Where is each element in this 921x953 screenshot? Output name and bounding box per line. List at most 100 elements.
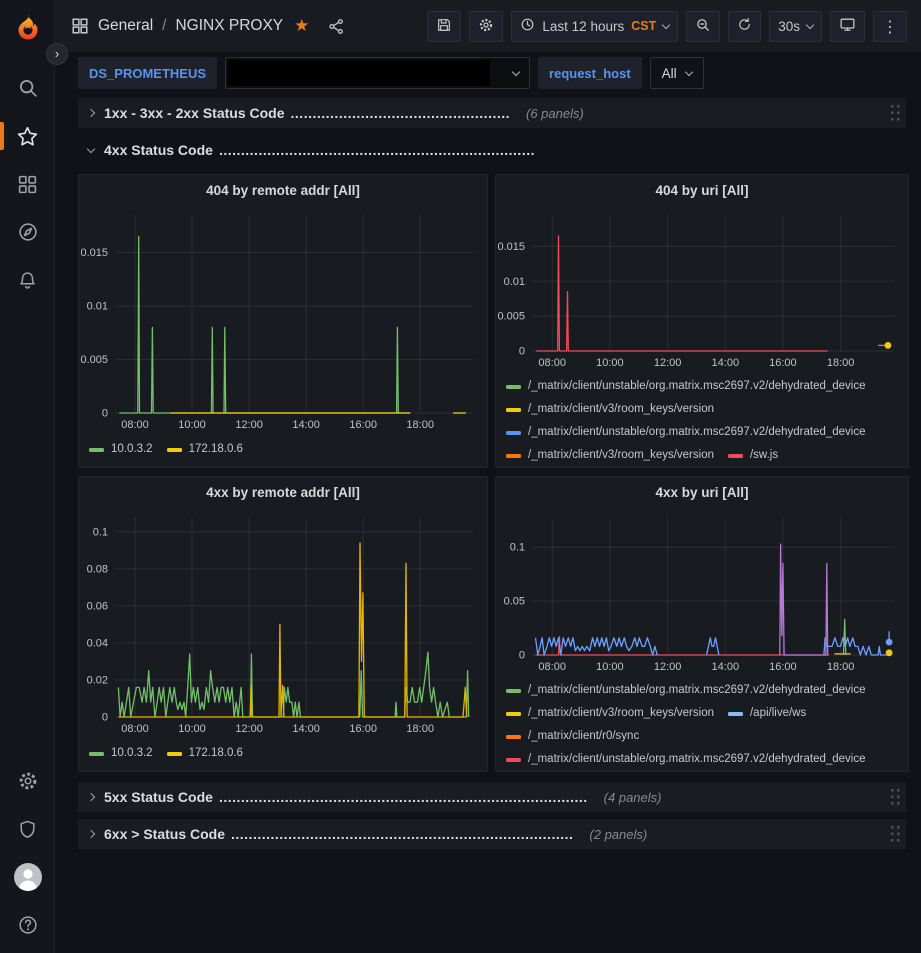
share-icon[interactable] (328, 18, 345, 35)
legend-label[interactable]: 10.0.3.2 (111, 438, 153, 461)
legend-label[interactable]: /sw.js (750, 444, 778, 467)
sidebar-item-starred[interactable] (0, 112, 55, 160)
svg-text:0.015: 0.015 (80, 247, 108, 259)
row-5xx[interactable]: 5xx Status Code ........................… (78, 782, 906, 812)
panel-title[interactable]: 404 by remote addr [All] (79, 175, 487, 205)
variables-bar: DS_PROMETHEUS request_host All (55, 52, 921, 94)
chevron-right-icon (87, 793, 95, 801)
panel-title[interactable]: 4xx by uri [All] (496, 477, 908, 507)
sidebar-expand-button[interactable]: › (46, 43, 68, 65)
sidebar-item-dashboards[interactable] (0, 160, 55, 208)
sidebar-item-search[interactable] (0, 64, 55, 112)
sidebar-item-alerting[interactable] (0, 256, 55, 304)
chart-404-by-uri[interactable]: 00.0050.010.01508:0010:0012:0014:0016:00… (496, 205, 908, 373)
row-title-dots: ........................................… (231, 826, 573, 842)
legend-label[interactable]: /_matrix/client/unstable/org.matrix.msc2… (528, 375, 866, 398)
panel-title[interactable]: 4xx by remote addr [All] (79, 477, 487, 507)
variable-request-host-select[interactable]: All (650, 57, 704, 89)
svg-text:12:00: 12:00 (235, 419, 263, 431)
legend-swatch (506, 735, 521, 739)
help-icon (17, 914, 39, 936)
panel-title[interactable]: 404 by uri [All] (496, 175, 908, 205)
legend-item[interactable]: /sw.js (728, 444, 778, 467)
legend-label[interactable]: /api/live/ws (750, 702, 806, 725)
refresh-interval-picker[interactable]: 30s (769, 11, 822, 42)
legend-label[interactable]: /_matrix/client/unstable/org.matrix.msc2… (528, 421, 866, 444)
chart-404-by-remote-addr[interactable]: 00.0050.010.01508:0010:0012:0014:0016:00… (79, 205, 487, 435)
variable-ds-prometheus-select[interactable] (225, 57, 530, 89)
legend-label[interactable]: /_matrix/client/r0/sync (528, 725, 639, 748)
sidebar-item-configuration[interactable] (0, 757, 55, 805)
row-4xx[interactable]: 4xx Status Code ........................… (78, 136, 906, 164)
legend-swatch (167, 448, 182, 452)
chart-canvas[interactable]: 00.020.040.060.080.108:0010:0012:0014:00… (79, 507, 487, 739)
sidebar-item-explore[interactable] (0, 208, 55, 256)
chart-4xx-by-uri[interactable]: 00.050.108:0010:0012:0014:0016:0018:00 (496, 507, 908, 677)
sidebar-item-server-admin[interactable] (0, 805, 55, 853)
breadcrumb-dashboard-title[interactable]: NGINX PROXY (175, 17, 283, 35)
svg-text:08:00: 08:00 (538, 357, 566, 369)
row-1xx-3xx-2xx[interactable]: 1xx - 3xx - 2xx Status Code ............… (78, 98, 906, 128)
legend-item[interactable]: /api/live/ws (728, 702, 806, 725)
variable-request-host-label[interactable]: request_host (538, 57, 642, 89)
chart-canvas[interactable]: 00.0050.010.01508:0010:0012:0014:0016:00… (496, 205, 908, 373)
legend-item[interactable]: /_matrix/client/v3/room_keys/version (506, 702, 714, 725)
dashboards-grid-icon (17, 174, 38, 195)
svg-text:16:00: 16:00 (349, 419, 377, 431)
breadcrumb-divider: / (162, 17, 166, 35)
legend-item[interactable]: /_matrix/client/unstable/org.matrix.msc2… (506, 679, 866, 702)
row-6xx[interactable]: 6xx > Status Code ......................… (78, 819, 906, 849)
legend-item[interactable]: 10.0.3.2 (89, 742, 153, 765)
legend-item[interactable]: 10.0.3.2 (89, 438, 153, 461)
zoom-out-icon (695, 17, 711, 36)
legend-label[interactable]: /_matrix/client/unstable/org.matrix.msc2… (528, 748, 866, 771)
legend-swatch (89, 752, 104, 756)
grafana-logo-icon[interactable] (12, 12, 44, 44)
legend-label[interactable]: /_matrix/client/v3/room_keys/version (528, 444, 714, 467)
favorite-star-icon[interactable]: ★ (294, 16, 309, 36)
svg-text:16:00: 16:00 (769, 357, 797, 369)
sidebar-item-profile[interactable] (0, 853, 55, 901)
tv-mode-button[interactable] (830, 11, 865, 42)
legend-label[interactable]: /_matrix/client/v3/room_keys/version (528, 702, 714, 725)
sidebar-item-help[interactable] (0, 901, 55, 949)
chart-canvas[interactable]: 00.0050.010.01508:0010:0012:0014:0016:00… (79, 205, 487, 435)
chart-4xx-by-remote-addr[interactable]: 00.020.040.060.080.108:0010:0012:0014:00… (79, 507, 487, 739)
legend-label[interactable]: 172.18.0.6 (189, 742, 243, 765)
legend-item[interactable]: /_matrix/client/unstable/org.matrix.msc2… (506, 748, 866, 771)
zoom-out-button[interactable] (686, 11, 720, 42)
legend-label[interactable]: /_matrix/client/unstable/org.matrix.msc2… (528, 679, 866, 702)
sidebar-nav-bottom (0, 757, 55, 949)
dashboard-settings-button[interactable] (469, 11, 503, 42)
legend-item[interactable]: /_matrix/client/r0/sync (506, 725, 639, 748)
svg-text:12:00: 12:00 (235, 723, 263, 735)
svg-text:10:00: 10:00 (596, 661, 624, 673)
panel-legend: 10.0.3.2 172.18.0.6 (79, 435, 487, 467)
drag-handle-icon[interactable] (891, 789, 900, 805)
save-dashboard-button[interactable] (427, 11, 461, 42)
refresh-button[interactable] (728, 11, 761, 42)
legend-item[interactable]: /_matrix/client/v3/room_keys/version (506, 444, 714, 467)
time-range-picker[interactable]: Last 12 hours CST (511, 11, 678, 42)
variable-ds-prometheus-label[interactable]: DS_PROMETHEUS (78, 57, 217, 89)
svg-text:0.04: 0.04 (87, 637, 108, 649)
header-toolbar: Last 12 hours CST (427, 11, 907, 42)
row-title-dots: ........................................… (219, 789, 588, 805)
legend-item[interactable]: /_matrix/client/v3/room_keys/version (506, 398, 714, 421)
svg-text:18:00: 18:00 (827, 661, 855, 673)
panel-4xx-by-remote-addr: 4xx by remote addr [All] 00.020.040.060.… (78, 476, 488, 772)
panel-4xx-by-uri: 4xx by uri [All] 00.050.108:0010:0012:00… (495, 476, 909, 772)
dashboard-content: 1xx - 3xx - 2xx Status Code ............… (55, 94, 921, 849)
legend-item[interactable]: /_matrix/client/unstable/org.matrix.msc2… (506, 421, 866, 444)
legend-label[interactable]: /_matrix/client/v3/room_keys/version (528, 398, 714, 421)
drag-handle-icon[interactable] (891, 826, 900, 842)
breadcrumb-folder[interactable]: General (98, 17, 153, 35)
legend-item[interactable]: 172.18.0.6 (167, 438, 243, 461)
legend-item[interactable]: 172.18.0.6 (167, 742, 243, 765)
legend-label[interactable]: 172.18.0.6 (189, 438, 243, 461)
chart-canvas[interactable]: 00.050.108:0010:0012:0014:0016:0018:00 (496, 507, 908, 677)
legend-label[interactable]: 10.0.3.2 (111, 742, 153, 765)
legend-item[interactable]: /_matrix/client/unstable/org.matrix.msc2… (506, 375, 866, 398)
drag-handle-icon[interactable] (891, 105, 900, 121)
more-options-button[interactable]: ⋮ (873, 11, 907, 42)
